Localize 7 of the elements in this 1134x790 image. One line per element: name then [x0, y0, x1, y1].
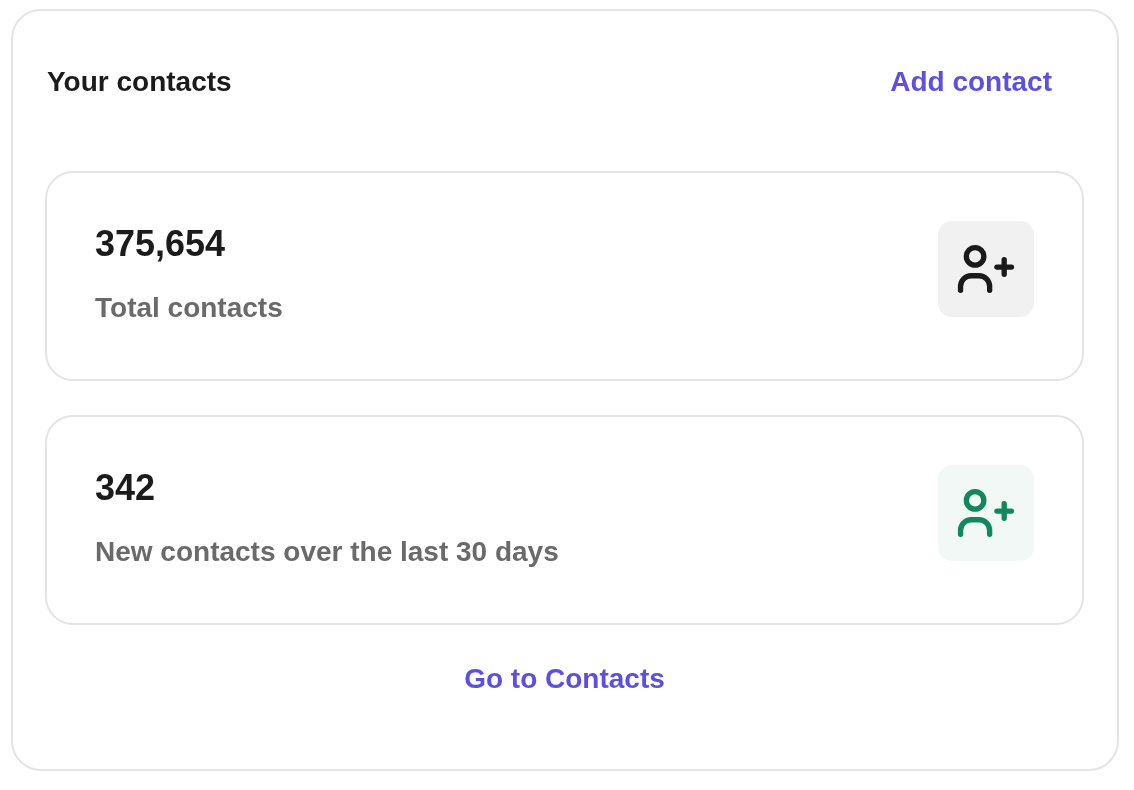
add-contact-link[interactable]: Add contact	[890, 62, 1052, 102]
go-to-contacts-link[interactable]: Go to Contacts	[464, 663, 665, 694]
panel-title: Your contacts	[47, 65, 232, 99]
stat-label: Total contacts	[95, 291, 283, 325]
stat-value: 375,654	[95, 222, 227, 266]
stat-label: New contacts over the last 30 days	[95, 535, 559, 569]
stat-value: 342	[95, 466, 157, 510]
